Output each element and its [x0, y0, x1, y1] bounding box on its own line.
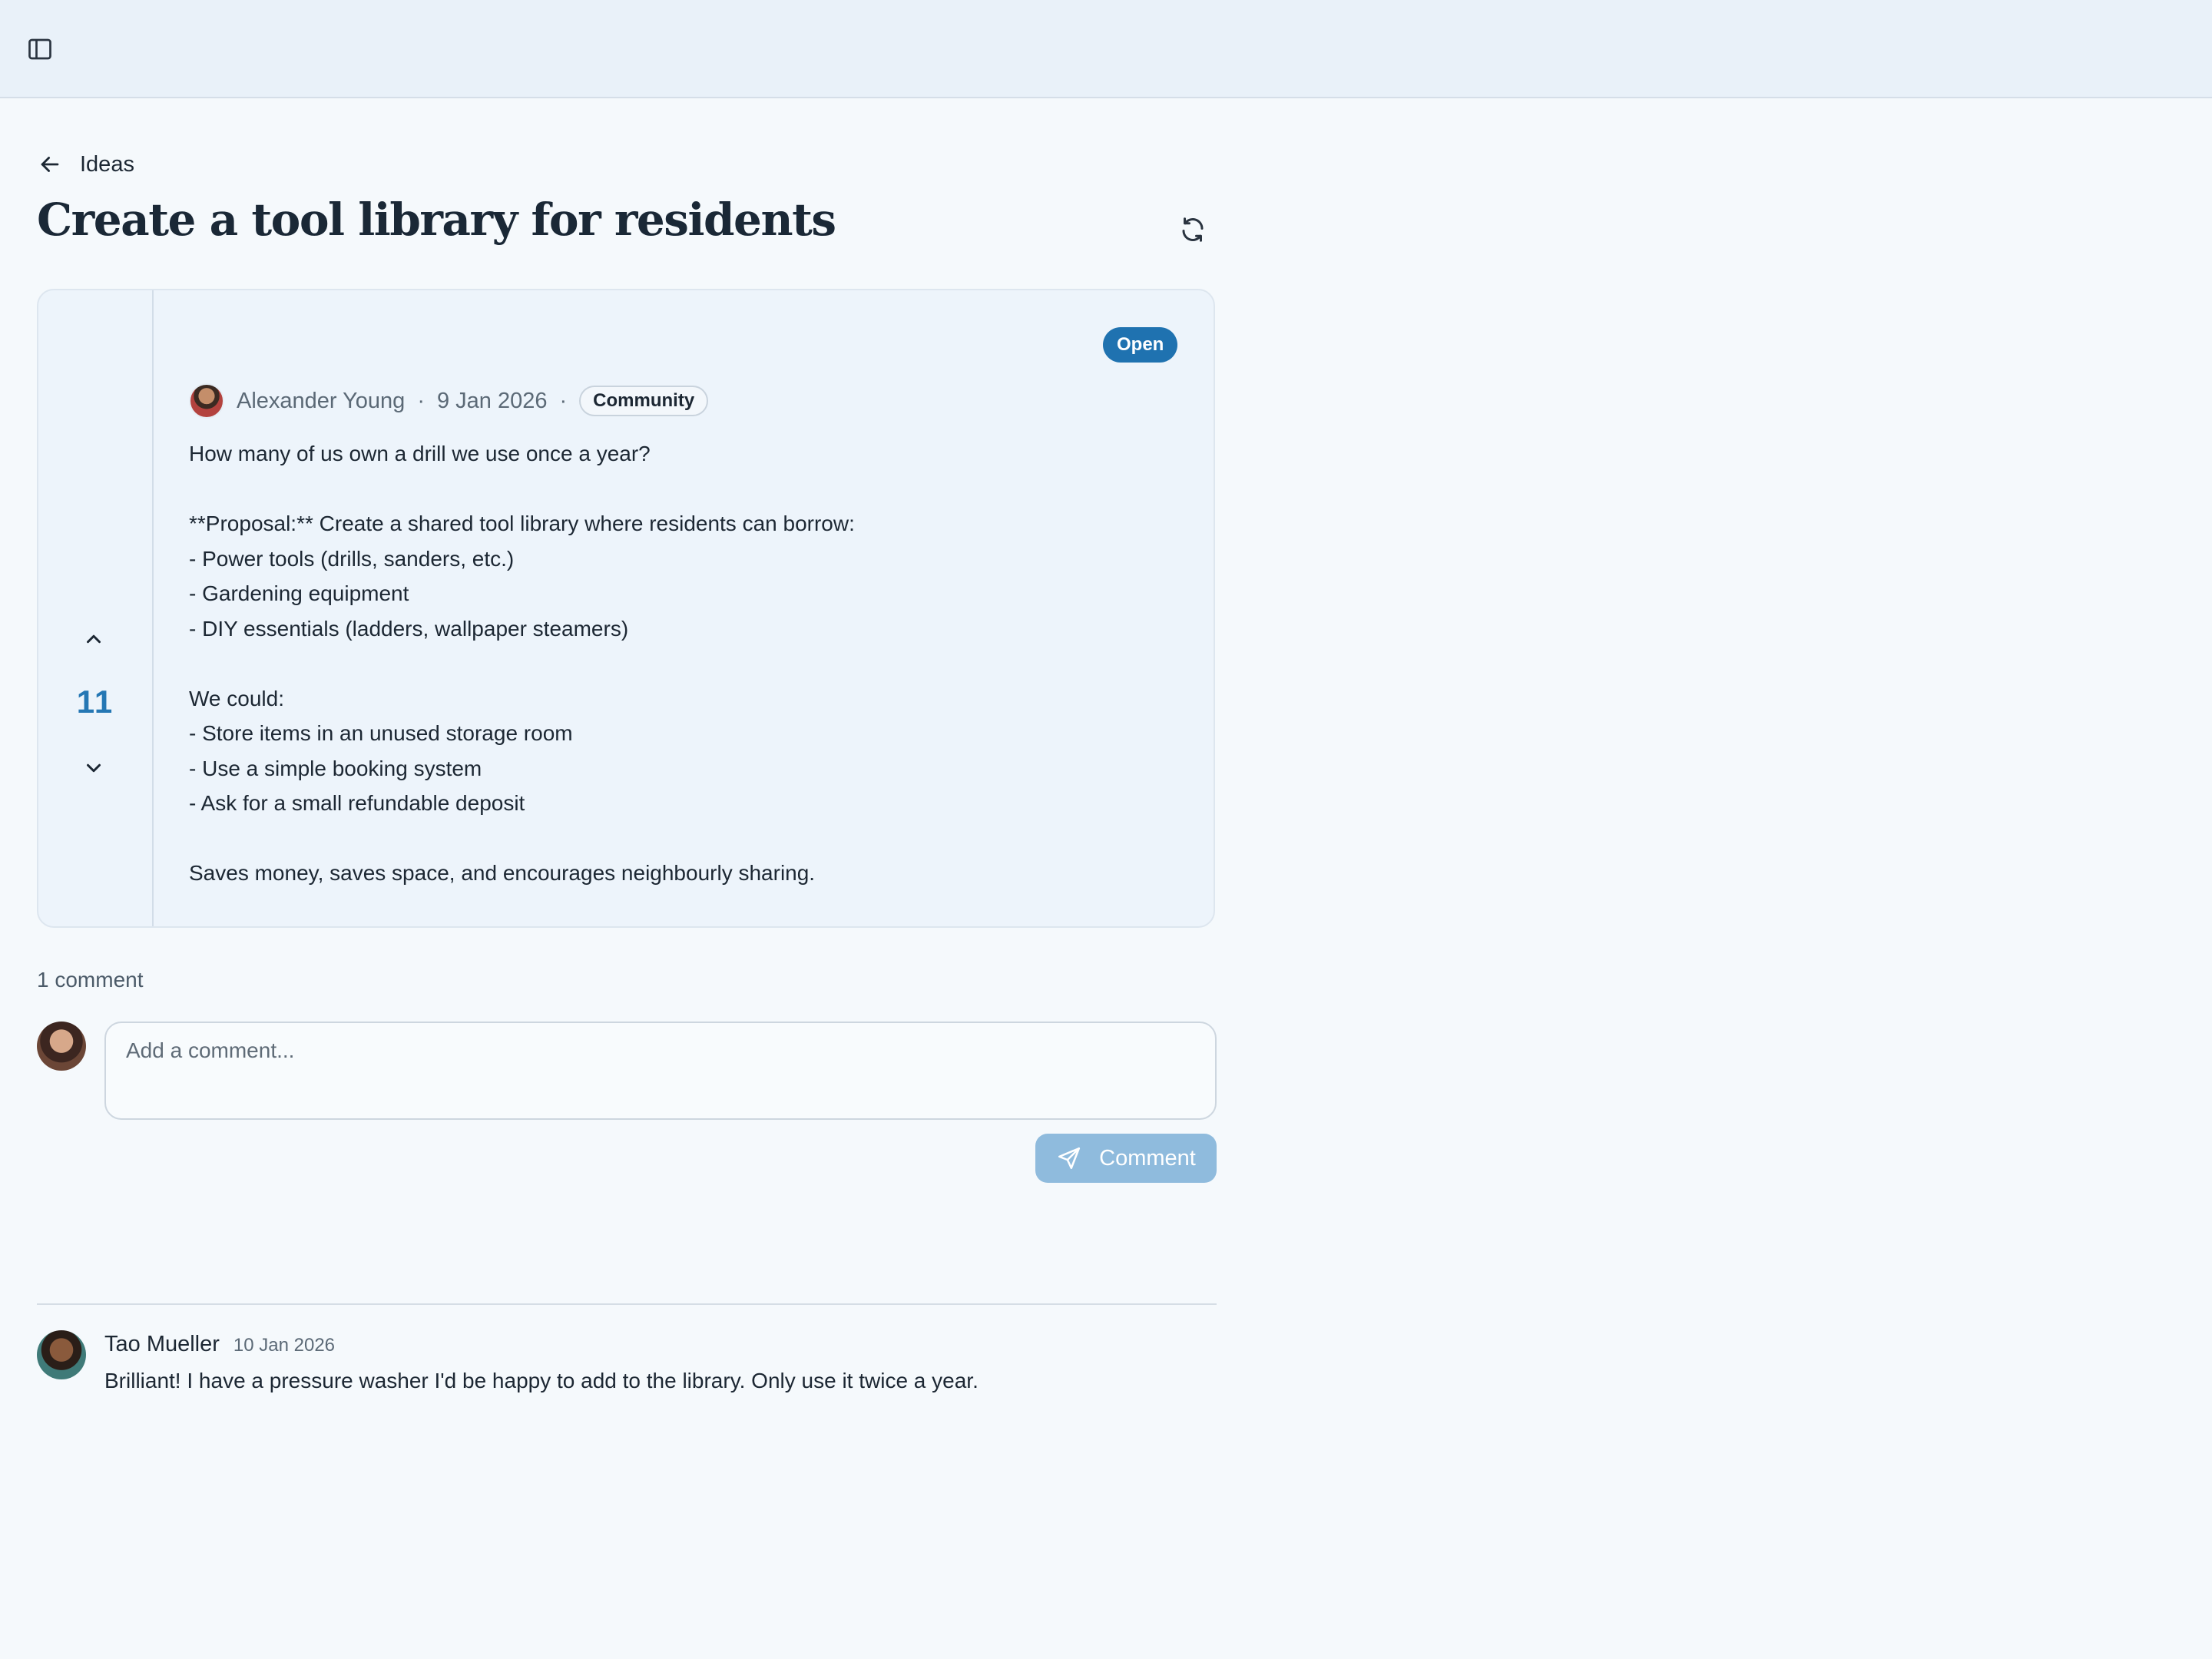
comment-date: 10 Jan 2026: [233, 1335, 336, 1356]
post-body-line: [189, 821, 1172, 856]
post-body-line: [189, 472, 1172, 507]
post-date: 9 Jan 2026: [436, 388, 548, 413]
back-link-label: Ideas: [80, 151, 134, 177]
top-bar: [0, 0, 2212, 98]
post-body-line: **Proposal:** Create a shared tool libra…: [189, 512, 855, 535]
post-body-line: - Ask for a small refundable deposit: [189, 791, 525, 815]
chevron-down-icon: [87, 763, 101, 773]
back-to-ideas-link[interactable]: Ideas: [37, 143, 134, 186]
comments-divider: [37, 1303, 1217, 1305]
post-body-line: - Store items in an unused storage room: [189, 721, 573, 745]
status-badge: Open: [1103, 327, 1178, 363]
post-body: How many of us own a drill we use once a…: [189, 436, 1172, 891]
comment-count: 1 comment: [37, 968, 144, 992]
commenter-avatar: [37, 1330, 86, 1379]
post-body-line: - Power tools (drills, sanders, etc.): [189, 546, 515, 571]
post-body-line: - Gardening equipment: [189, 581, 409, 605]
author-avatar: [189, 383, 224, 419]
author-name[interactable]: Alexander Young: [237, 389, 405, 414]
category-tag[interactable]: Community: [579, 386, 709, 416]
arrow-left-icon: [41, 157, 59, 172]
comment-submit-button[interactable]: Comment: [1035, 1134, 1217, 1183]
comment-text: Brilliant! I have a pressure washer I'd …: [104, 1369, 979, 1392]
sidebar-toggle-icon[interactable]: [26, 35, 54, 63]
vote-count: 11: [76, 684, 114, 720]
comment-input[interactable]: [104, 1022, 1217, 1120]
meta-separator: ·: [417, 388, 425, 413]
commenter-name[interactable]: Tao Mueller: [104, 1332, 220, 1357]
post-body-line: [189, 646, 1172, 681]
post-meta: Alexander Young · 9 Jan 2026 · Community: [189, 381, 709, 421]
vote-column: 11: [38, 290, 154, 926]
downvote-button[interactable]: [77, 751, 111, 785]
post-body-line: How many of us own a drill we use once a…: [189, 442, 651, 465]
post-body-line: - DIY essentials (ladders, wallpaper ste…: [189, 616, 629, 641]
comment-header: Tao Mueller 10 Jan 2026: [104, 1332, 335, 1357]
post-body-line: Saves money, saves space, and encourages…: [189, 861, 816, 885]
meta-separator: ·: [559, 388, 568, 413]
current-user-avatar: [37, 1022, 86, 1071]
refresh-icon: [1182, 217, 1204, 242]
comment-button-label: Comment: [1099, 1145, 1196, 1171]
idea-card: 11 Open Alexander Young · 9 Jan 2026 · C…: [37, 289, 1215, 928]
post-body-line: We could:: [189, 686, 284, 710]
chevron-up-icon: [87, 634, 101, 644]
refresh-button[interactable]: [1172, 209, 1214, 250]
upvote-button[interactable]: [77, 622, 111, 656]
post-body-line: - Use a simple booking system: [189, 756, 482, 780]
send-icon: [1058, 1147, 1081, 1170]
page-title: Create a tool library for residents: [37, 194, 836, 246]
